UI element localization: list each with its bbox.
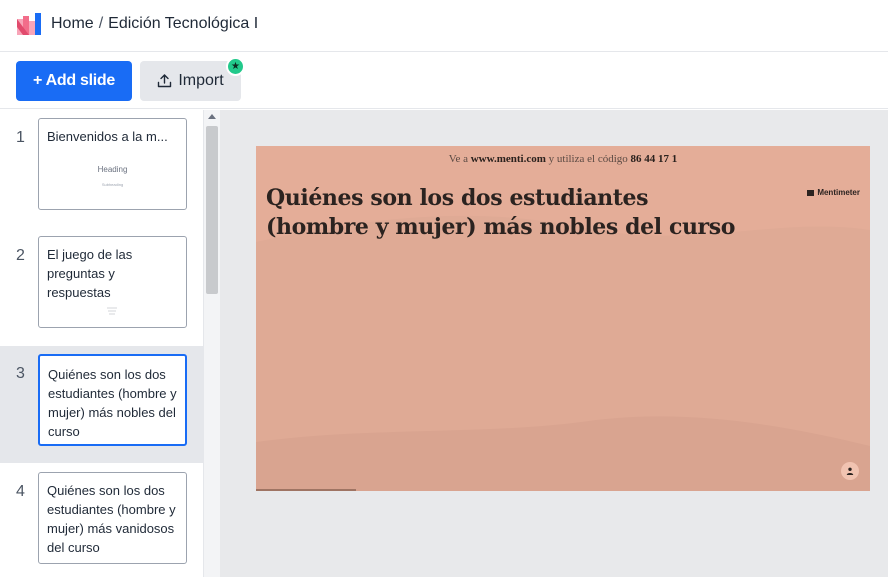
- join-prefix: Ve a: [448, 153, 468, 165]
- slide-item-4[interactable]: 4 Quiénes son los dos estudiantes (hombr…: [0, 464, 203, 577]
- slide-preview[interactable]: Ve a www.menti.com y utiliza el código 8…: [256, 146, 870, 491]
- person-icon: [841, 462, 859, 480]
- slide-thumbnail[interactable]: Quiénes son los dos estudiantes (hombre …: [38, 472, 187, 564]
- slide-title: Quiénes son los dos estudiantes (hombre …: [47, 483, 176, 555]
- add-slide-label: + Add slide: [33, 72, 115, 89]
- brand-label: Mentimeter: [817, 188, 860, 197]
- top-bar: Home / Edición Tecnológica I: [0, 0, 888, 52]
- slide-title: El juego de las preguntas y respuestas: [47, 247, 133, 300]
- import-label: Import: [178, 72, 224, 89]
- breadcrumb: Home / Edición Tecnológica I: [51, 15, 258, 33]
- toolbar: + Add slide Import: [0, 53, 888, 109]
- mentimeter-mark-icon: [807, 189, 815, 196]
- scrollbar-thumb[interactable]: [206, 126, 218, 294]
- join-url: www.menti.com: [470, 153, 546, 165]
- star-icon: ★: [226, 57, 245, 76]
- upload-icon: [158, 74, 172, 88]
- slide-list-scrollbar[interactable]: [203, 110, 220, 577]
- mentimeter-brand: Mentimeter: [807, 188, 860, 197]
- mentimeter-logo-icon[interactable]: [17, 13, 41, 35]
- slide-item-3[interactable]: 3 Quiénes son los dos estudiantes (hombr…: [0, 346, 203, 463]
- slide-thumbnail[interactable]: Quiénes son los dos estudiantes (hombre …: [38, 354, 187, 446]
- slide-thumbnail[interactable]: El juego de las preguntas y respuestas: [38, 236, 187, 328]
- slide-list: 1 Bienvenidos a la m... Heading Subheadi…: [0, 110, 203, 577]
- join-code: 86 44 17 1: [630, 153, 678, 165]
- join-instructions: Ve a www.menti.com y utiliza el código 8…: [256, 153, 870, 165]
- editor-canvas: Ve a www.menti.com y utiliza el código 8…: [220, 110, 888, 577]
- breadcrumb-current[interactable]: Edición Tecnológica I: [108, 15, 258, 33]
- slide-question[interactable]: Quiénes son los dos estudiantes (hombre …: [266, 184, 736, 242]
- thumbnail-heading: Heading: [97, 165, 128, 174]
- slide-number: 1: [16, 129, 25, 146]
- join-middle: y utiliza el código: [548, 153, 628, 165]
- slide-title: Quiénes son los dos estudiantes (hombre …: [48, 367, 177, 439]
- slide-number: 2: [16, 247, 25, 264]
- slide-number: 3: [16, 365, 25, 382]
- slide-thumbnail[interactable]: Bienvenidos a la m... Heading Subheading: [38, 118, 187, 210]
- slide-number: 4: [16, 483, 25, 500]
- breadcrumb-home[interactable]: Home: [51, 15, 94, 33]
- breadcrumb-separator: /: [98, 15, 104, 32]
- content-placeholder-icon: [107, 307, 117, 315]
- scroll-up-arrow-icon[interactable]: [208, 114, 216, 119]
- slide-title: Bienvenidos a la m...: [47, 129, 168, 144]
- slide-item-1[interactable]: 1 Bienvenidos a la m... Heading Subheadi…: [0, 110, 203, 227]
- thumbnail-subheading: Subheading: [101, 182, 124, 187]
- add-slide-button[interactable]: + Add slide: [16, 61, 132, 101]
- slide-item-2[interactable]: 2 El juego de las preguntas y respuestas: [0, 228, 203, 345]
- slide-progress-bar: [256, 489, 356, 491]
